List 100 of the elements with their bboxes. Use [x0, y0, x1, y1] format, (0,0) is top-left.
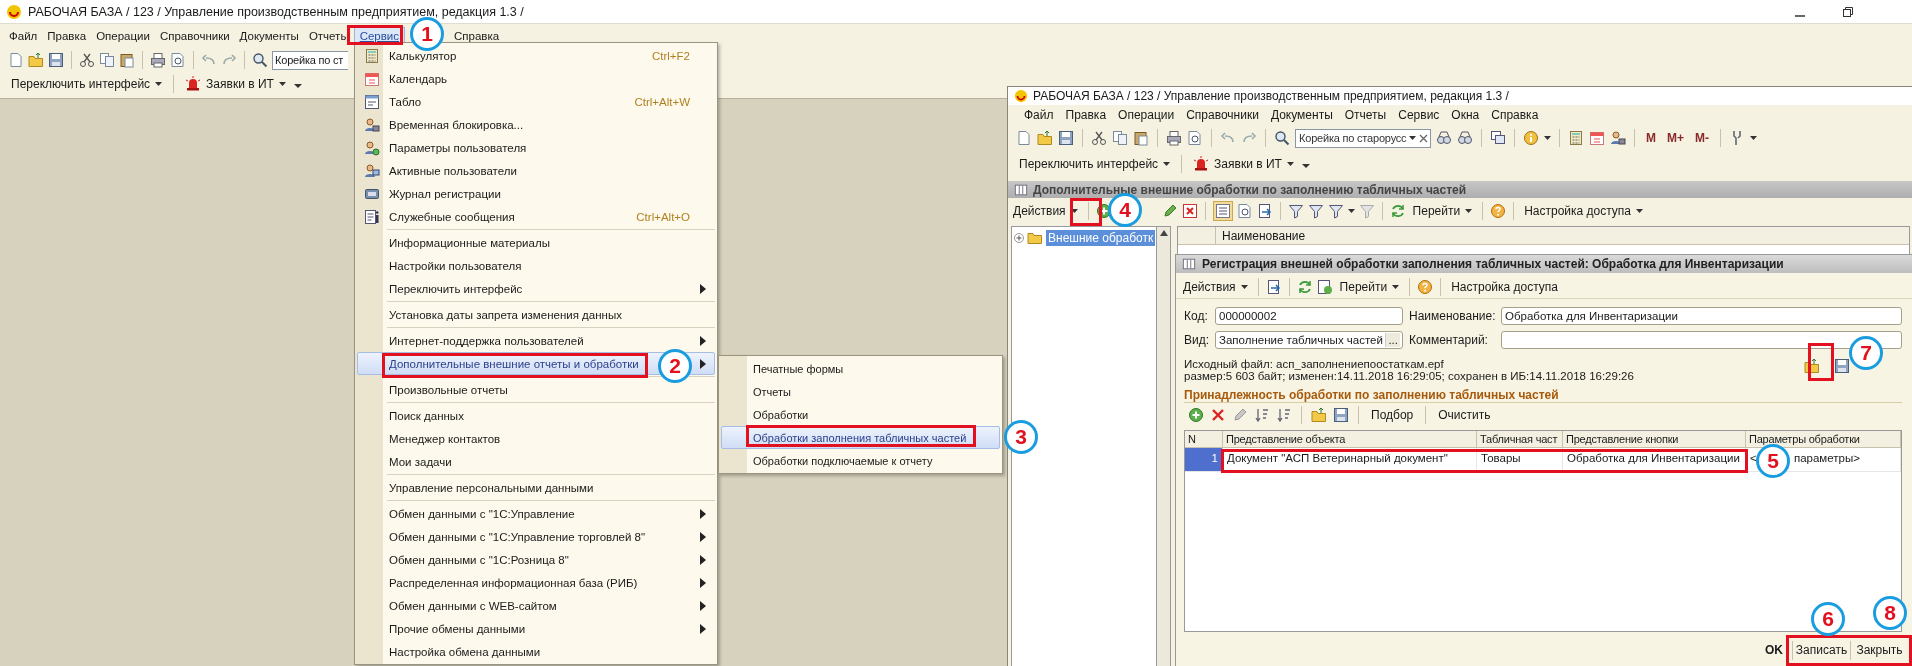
paste-icon[interactable]: [1133, 130, 1149, 146]
delete-icon[interactable]: [1181, 203, 1198, 219]
column-header[interactable]: Представление кнопки: [1563, 431, 1746, 447]
user-lock-icon[interactable]: [1610, 130, 1626, 146]
toolbar-button[interactable]: Переключить интерфейс: [1016, 154, 1174, 174]
menu-item[interactable]: Файл: [4, 27, 43, 45]
pencil-icon[interactable]: [1161, 203, 1178, 219]
actions-button[interactable]: Действия: [1180, 276, 1251, 297]
menu-item[interactable]: Печатные формы: [721, 357, 1000, 380]
actions-button[interactable]: Действия: [1010, 201, 1081, 221]
go-to-button[interactable]: Перейти: [1409, 201, 1476, 221]
menu-item[interactable]: Переключить интерфейс: [357, 277, 715, 300]
info-icon[interactable]: [1523, 130, 1539, 146]
add-icon[interactable]: [1188, 407, 1204, 423]
printer-icon[interactable]: [150, 52, 166, 68]
menu-item[interactable]: Обмен данными с "1С:Управление торговлей 8": [357, 525, 715, 548]
printer-icon[interactable]: [1166, 130, 1182, 146]
copy-icon[interactable]: [1112, 130, 1128, 146]
print-preview-icon[interactable]: [170, 52, 186, 68]
folder-icon[interactable]: [28, 52, 44, 68]
menu-item[interactable]: Справка: [449, 27, 505, 45]
windows-icon[interactable]: [1490, 130, 1506, 146]
menu-item[interactable]: Файл: [1020, 106, 1058, 124]
menu-item[interactable]: Мои задачи: [357, 450, 715, 473]
open-file-icon[interactable]: [1804, 358, 1820, 374]
menu-item[interactable]: Активные пользователи: [357, 159, 715, 182]
scrollbar[interactable]: [1156, 226, 1171, 666]
menu-item[interactable]: Временная блокировка...: [357, 113, 715, 136]
print-preview-icon[interactable]: [1187, 130, 1203, 146]
search-field[interactable]: Корейка по старорусс: [1295, 128, 1431, 148]
menu-item[interactable]: Обмен данными с WEB-сайтом: [357, 594, 715, 617]
column-header[interactable]: N: [1185, 431, 1223, 447]
menu-item[interactable]: Справка: [1487, 106, 1543, 124]
go-to-button[interactable]: Перейти: [1336, 276, 1403, 297]
memory-button[interactable]: M: [1643, 128, 1659, 148]
menu-item[interactable]: Отчеты: [1340, 106, 1391, 124]
scissors-icon[interactable]: [79, 52, 95, 68]
menu-item[interactable]: Правка: [42, 27, 92, 45]
menu-item[interactable]: Интернет-поддержка пользователей: [357, 329, 715, 352]
refresh-icon[interactable]: [1296, 278, 1313, 295]
copy-icon[interactable]: [99, 52, 115, 68]
text-field[interactable]: 000000002: [1215, 307, 1403, 325]
find-in-list-icon[interactable]: [1236, 203, 1253, 219]
menu-item[interactable]: Обработки: [721, 403, 1000, 426]
dialog-button[interactable]: OK: [1762, 640, 1786, 660]
save-icon[interactable]: [1834, 358, 1850, 374]
help-icon[interactable]: [1417, 278, 1434, 295]
menu-item[interactable]: Информационные материалы: [357, 231, 715, 254]
access-settings-button[interactable]: Настройка доступа: [1448, 276, 1562, 297]
menu-item[interactable]: Документы: [1266, 106, 1337, 124]
menu-item[interactable]: Прочие обмены данными: [357, 617, 715, 640]
menu-item[interactable]: Обмен данными с "1С:Розница 8": [357, 548, 715, 571]
binoculars-icon[interactable]: [1436, 130, 1452, 146]
menu-item[interactable]: Служебные сообщения Ctrl+Alt+O: [357, 205, 715, 228]
menu-item[interactable]: Распределенная информационная база (РИБ): [357, 571, 715, 594]
toolbar-button[interactable]: Заявки в ИТ: [1190, 154, 1297, 174]
search-icon[interactable]: [1274, 130, 1290, 146]
pick-button[interactable]: Подбор: [1368, 405, 1417, 425]
folder-icon[interactable]: [1037, 130, 1053, 146]
menu-item[interactable]: Менеджер контактов: [357, 427, 715, 450]
sort-icon[interactable]: [1276, 407, 1292, 423]
folder-icon[interactable]: [1311, 407, 1327, 423]
expand-icon[interactable]: [1014, 233, 1024, 243]
paste-icon[interactable]: [119, 52, 135, 68]
menu-item[interactable]: Настройки пользователя: [357, 254, 715, 277]
restore-icon[interactable]: [1842, 5, 1854, 18]
search-field[interactable]: Корейка по ст: [272, 50, 348, 70]
scissors-icon[interactable]: [1091, 130, 1107, 146]
new-document-icon[interactable]: [8, 52, 24, 68]
filter-icon[interactable]: [1307, 203, 1324, 219]
menu-item[interactable]: Обмен данными с "1С:Управление: [357, 502, 715, 525]
clear-button[interactable]: Очистить: [1435, 405, 1494, 425]
refresh-icon[interactable]: [1389, 203, 1406, 219]
pencil-icon[interactable]: [1232, 407, 1248, 423]
menu-item[interactable]: Управление персональными данными: [357, 476, 715, 499]
text-field[interactable]: Обработка для Инвентаризации: [1501, 307, 1902, 325]
menu-item[interactable]: Справочники: [1182, 106, 1263, 124]
new-document-icon[interactable]: [1316, 278, 1333, 295]
menu-item[interactable]: Справочники: [154, 27, 235, 45]
toolbar-button[interactable]: Заявки в ИТ: [182, 74, 289, 94]
access-settings-button[interactable]: Настройка доступа: [1521, 201, 1647, 221]
memory-button[interactable]: M+: [1664, 128, 1687, 148]
menu-item[interactable]: Правка: [1061, 106, 1111, 124]
save-icon[interactable]: [1333, 407, 1349, 423]
scroll-up-icon[interactable]: [1159, 230, 1168, 236]
menu-item[interactable]: Операции: [1114, 106, 1179, 124]
menu-item[interactable]: Параметры пользователя: [357, 136, 715, 159]
binoculars-icon[interactable]: [1457, 130, 1473, 146]
save-icon[interactable]: [1058, 130, 1074, 146]
choice-button[interactable]: ...: [1385, 333, 1400, 347]
dialog-button[interactable]: Записать: [1792, 640, 1850, 660]
column-header[interactable]: Наименование: [1216, 227, 1312, 244]
menu-item[interactable]: Поиск данных: [357, 404, 715, 427]
save-icon[interactable]: [48, 52, 64, 68]
calendar-icon[interactable]: [1589, 130, 1605, 146]
menu-item[interactable]: Табло Ctrl+Alt+W: [357, 90, 715, 113]
menu-item[interactable]: Календарь: [357, 67, 715, 90]
column-header[interactable]: Табличная част: [1477, 431, 1563, 447]
memory-button[interactable]: M-: [1692, 128, 1712, 148]
dialog-button[interactable]: Закрыть: [1850, 640, 1908, 660]
